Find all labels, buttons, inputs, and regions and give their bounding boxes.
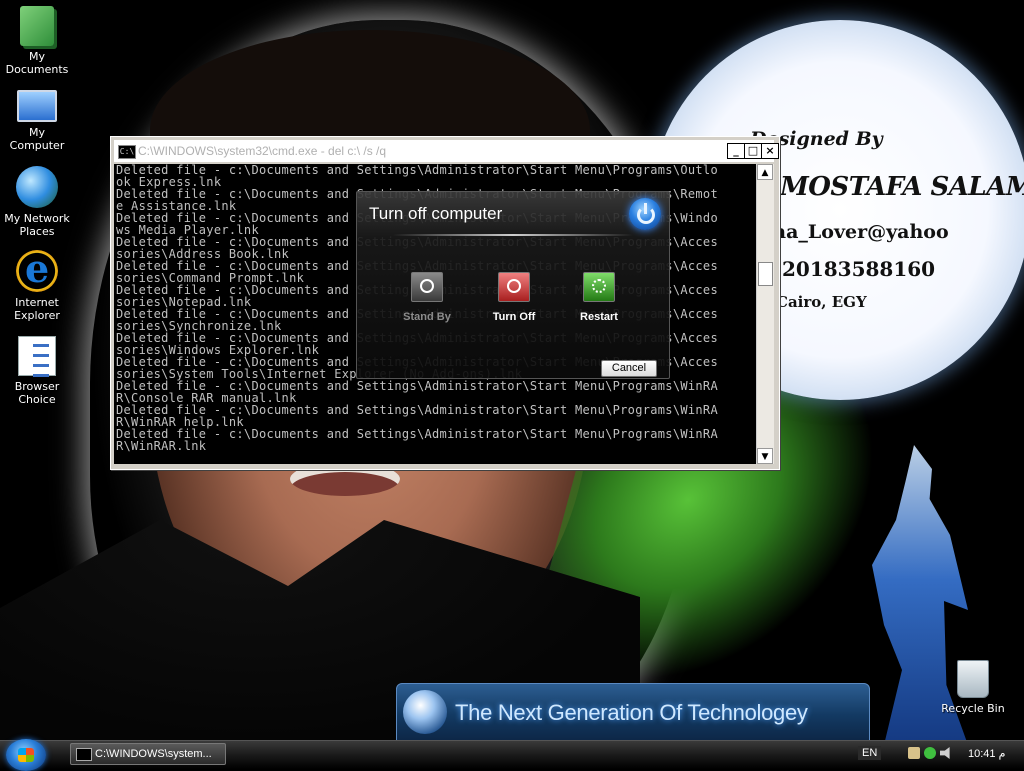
restart-label: Restart: [580, 311, 618, 323]
cmd-title: C:\WINDOWS\system32\cmd.exe - del c:\ /s…: [138, 144, 387, 158]
checklist-icon: [18, 336, 56, 377]
desktop-icon-label: Recycle Bin: [941, 702, 1005, 715]
cmd-titlebar[interactable]: C:\ C:\WINDOWS\system32\cmd.exe - del c:…: [114, 140, 779, 162]
taskbar-button-cmd[interactable]: C:\WINDOWS\system...: [70, 743, 226, 765]
desktop-icon-my-documents[interactable]: My Documents: [0, 6, 74, 76]
desktop-icon-label: My Network Places: [4, 212, 70, 238]
security-tray-icon[interactable]: [924, 747, 936, 759]
vertical-scrollbar[interactable]: ▲ ▼: [756, 164, 774, 464]
restart-option[interactable]: Restart: [561, 272, 637, 323]
stand-by-label: Stand By: [403, 311, 451, 323]
dialog-title: Turn off computer: [369, 204, 503, 223]
stand-by-option[interactable]: Stand By: [389, 272, 465, 323]
computer-icon: [17, 90, 57, 122]
cancel-button[interactable]: Cancel: [601, 360, 657, 377]
taskbar-button-label: C:\WINDOWS\system...: [95, 748, 212, 760]
desktop-icon-my-network-places[interactable]: My Network Places: [0, 166, 74, 238]
restart-icon[interactable]: [583, 272, 615, 302]
scroll-thumb[interactable]: [758, 262, 773, 286]
author-phone: 20183588160: [782, 257, 936, 281]
dialog-divider: [393, 234, 633, 236]
network-globe-icon: [16, 166, 58, 208]
power-icon: [629, 198, 661, 230]
banner-text: The Next Generation Of Technologey: [455, 700, 808, 725]
maximize-button[interactable]: □: [744, 143, 762, 159]
author-name: MOSTAFA SALAMA: [780, 172, 1024, 202]
console-icon: [76, 748, 92, 761]
windows-logo-icon: [403, 690, 447, 734]
stand-by-icon[interactable]: [411, 272, 443, 302]
author-email: ana_Lover@yahoo: [760, 221, 949, 243]
author-location: Cairo, EGY: [776, 293, 867, 311]
tagline-banner: The Next Generation Of Technologey: [396, 683, 870, 740]
desktop-icon-recycle-bin[interactable]: Recycle Bin: [936, 660, 1010, 715]
console-icon: C:\: [118, 145, 136, 159]
language-indicator[interactable]: EN: [858, 746, 882, 760]
turn-off-label: Turn Off: [492, 311, 536, 323]
folder-icon: [20, 6, 54, 46]
recycle-bin-icon: [957, 660, 989, 698]
system-clock[interactable]: 10:41 م: [968, 747, 1005, 760]
turn-off-computer-dialog[interactable]: Turn off computer Stand By Turn Off Rest…: [356, 191, 670, 379]
minimize-button[interactable]: _: [727, 143, 745, 159]
desktop-icon-label: Browser Choice: [14, 380, 60, 406]
internet-explorer-icon: [16, 246, 58, 292]
desktop-icon-internet-explorer[interactable]: Internet Explorer: [0, 246, 74, 322]
turn-off-option[interactable]: Turn Off: [476, 272, 552, 323]
start-button[interactable]: [6, 739, 46, 771]
taskbar: C:\WINDOWS\system... EN 10:41 م: [0, 739, 1024, 771]
scroll-up-arrow-icon[interactable]: ▲: [757, 164, 773, 180]
close-button[interactable]: ×: [761, 143, 779, 159]
desktop-icon-my-computer[interactable]: My Computer: [0, 90, 74, 152]
volume-icon[interactable]: [940, 747, 950, 759]
network-tray-icon[interactable]: [908, 747, 920, 759]
desktop-icon-label: My Computer: [9, 126, 65, 152]
desktop-icon-browser-choice[interactable]: Browser Choice: [0, 336, 74, 406]
scroll-down-arrow-icon[interactable]: ▼: [757, 448, 773, 464]
turn-off-icon[interactable]: [498, 272, 530, 302]
desktop-icon-label: Internet Explorer: [14, 296, 60, 322]
desktop-icon-label: My Documents: [5, 50, 69, 76]
